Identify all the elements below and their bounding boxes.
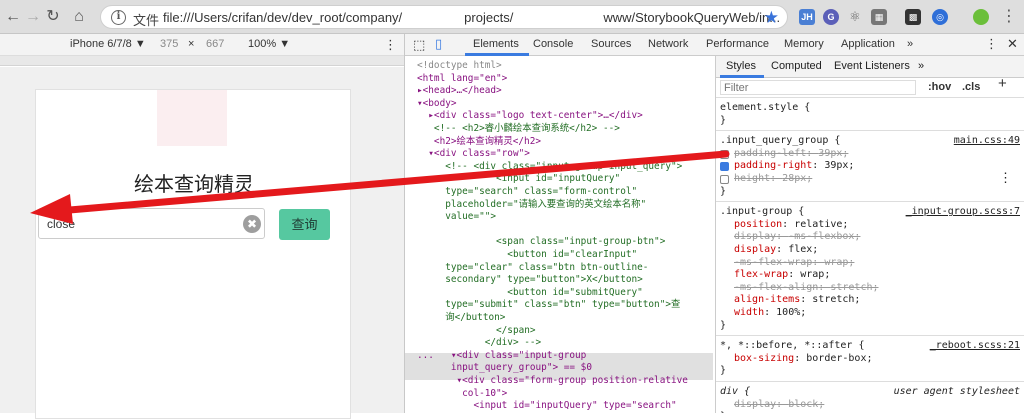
annotation-arrow-icon: [30, 150, 730, 224]
